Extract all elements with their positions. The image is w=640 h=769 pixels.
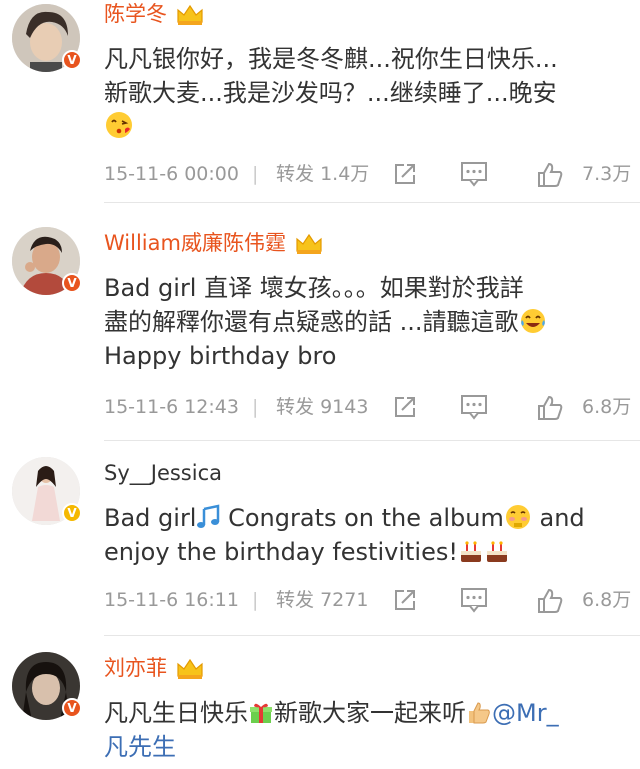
like-icon[interactable] [536,587,564,615]
comment-line: Bad girl [104,504,197,532]
comment-line: and [531,504,585,532]
like-icon[interactable] [536,394,564,422]
vip-crown-icon [177,658,203,679]
username[interactable]: 刘亦菲 [104,654,205,682]
share-icon[interactable] [392,587,418,613]
username[interactable]: Sy__Jessica [104,459,222,487]
comment-icon[interactable] [460,161,488,187]
comment-item: V 陈学冬 凡凡银你好，我是冬冬麒...祝你生日快乐... 新歌大麦...我是沙… [0,0,640,202]
repost-button[interactable]: 转发 1.4万 [276,157,369,191]
timestamp: 15-11-6 00:00 [104,163,239,185]
comment-line: 新歌大麦...我是沙发吗？...继续睡了...晚安 [104,79,557,107]
username[interactable]: 陈学冬 [104,0,205,28]
like-count[interactable]: 6.8万 [582,390,631,424]
timestamp: 15-11-6 16:11 [104,589,239,611]
divider: | [252,589,259,611]
comment-line: Congrats on the album [220,504,504,532]
username[interactable]: William威廉陈伟霆 [104,229,324,257]
username-text[interactable]: Sy__Jessica [104,461,222,485]
comment-line: 新歌大家一起来听 [274,699,466,727]
repost-count: 1.4万 [320,163,370,185]
comment-text: 凡凡生日快乐 新歌大家一起来听 @Mr_ 凡先生 [104,696,634,764]
username-text[interactable]: 刘亦菲 [104,656,167,680]
comment-item: V 刘亦菲 凡凡生日快乐 新歌大家一起来听 @Mr_ 凡先生 [0,640,640,769]
verified-badge: V [62,698,82,718]
repost-count: 9143 [320,396,369,418]
comment-line: 凡凡生日快乐 [104,699,248,727]
share-icon[interactable] [392,161,418,187]
repost-label: 转发 [276,396,315,418]
username-text[interactable]: 陈学冬 [104,2,167,26]
repost-label: 转发 [276,589,315,611]
verified-badge: V [62,273,82,293]
like-count[interactable]: 7.3万 [582,157,631,191]
like-count[interactable]: 6.8万 [582,583,631,617]
repost-button[interactable]: 转发 7271 [276,583,368,617]
cake-emoji [460,541,481,562]
gift-emoji [250,703,272,723]
user-mention-link[interactable]: 凡先生 [104,733,176,761]
comment-icon[interactable] [460,394,488,420]
comment-text: 凡凡银你好，我是冬冬麒...祝你生日快乐... 新歌大麦...我是沙发吗？...… [104,42,634,144]
like-icon[interactable] [536,161,564,189]
timestamp: 15-11-6 12:43 [104,396,239,418]
comment-meta: 15-11-6 00:00 | 转发 1.4万 7.3万 [104,157,640,191]
comment-icon[interactable] [460,587,488,613]
repost-label: 转发 [276,163,315,185]
cake-emoji [486,541,507,562]
comment-item: V William威廉陈伟霆 Bad girl 直译 壞女孩。。。如果對於我詳 … [0,215,640,430]
laughing-tears-emoji [520,309,545,333]
user-mention-link[interactable]: @Mr_ [492,699,559,727]
share-icon[interactable] [392,394,418,420]
comment-text: Bad girl 直译 壞女孩。。。如果對於我詳 盡的解釋你還有点疑惑的話 ..… [104,271,634,373]
music-note-emoji [197,504,220,528]
thumbs-up-emoji [469,702,490,724]
verified-badge: V [62,50,82,70]
comment-meta: 15-11-6 12:43 | 转发 9143 6.8万 [104,390,640,424]
comment-meta: 15-11-6 16:11 | 转发 7271 6.8万 [104,583,640,617]
divider [104,635,640,636]
comment-line: Bad girl 直译 壞女孩。。。如果對於我詳 [104,274,524,302]
comment-line: enjoy the birthday festivities! [104,538,458,566]
vip-crown-icon [296,233,322,254]
divider: | [252,163,259,185]
username-text[interactable]: William威廉陈伟霆 [104,231,286,255]
comment-text: Bad girl Congrats on the album and enjoy… [104,501,634,569]
divider [104,440,640,441]
divider [104,202,640,203]
comment-line: 凡凡银你好，我是冬冬麒...祝你生日快乐... [104,45,558,73]
vip-crown-icon [177,4,203,25]
comment-line: 盡的解釋你還有点疑惑的話 ...請聽這歌 [104,308,519,336]
kiss-face-emoji [106,112,132,138]
shy-face-emoji [505,505,530,529]
comment-item: V Sy__Jessica Bad girl Congrats on the a… [0,445,640,635]
divider: | [252,396,259,418]
verified-badge: V [62,503,82,523]
repost-count: 7271 [320,589,369,611]
repost-button[interactable]: 转发 9143 [276,390,368,424]
comment-line: Happy birthday bro [104,342,337,370]
